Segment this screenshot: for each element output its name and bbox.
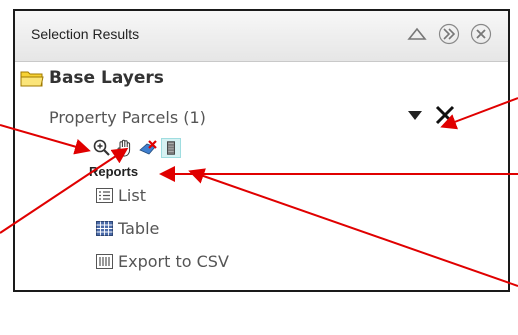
clear-selection-icon[interactable]	[138, 138, 158, 158]
list-icon	[96, 188, 113, 203]
selection-results-panel: Selection Results	[13, 9, 510, 292]
report-item-label: Export to CSV	[118, 252, 229, 271]
zoom-to-icon[interactable]	[92, 138, 112, 158]
base-layers-group[interactable]: Base Layers	[20, 68, 164, 88]
panel-header: Selection Results	[15, 11, 508, 62]
layer-row-label[interactable]: Property Parcels (1)	[49, 108, 206, 127]
pan-hand-icon[interactable]	[115, 138, 135, 158]
reports-label: Reports	[89, 164, 139, 179]
group-label: Base Layers	[49, 68, 164, 88]
layer-tool-strip	[92, 138, 181, 158]
report-item-list[interactable]: List	[96, 186, 146, 205]
dropdown-arrow-icon[interactable]	[404, 104, 426, 126]
close-circle-icon[interactable]	[470, 23, 492, 45]
report-item-label: List	[118, 186, 146, 205]
report-item-export-csv[interactable]: Export to CSV	[96, 252, 229, 271]
layer-row-controls	[404, 104, 456, 126]
double-chevron-right-icon[interactable]	[438, 23, 460, 45]
remove-x-icon[interactable]	[434, 104, 456, 126]
collapse-up-icon[interactable]	[406, 23, 428, 45]
folder-icon	[20, 71, 44, 87]
report-item-table[interactable]: Table	[96, 219, 159, 238]
report-item-label: Table	[118, 219, 160, 238]
panel-title: Selection Results	[31, 26, 140, 42]
header-icons	[406, 23, 492, 45]
table-icon	[96, 221, 113, 236]
export-csv-icon	[96, 254, 113, 269]
highlight-icon[interactable]	[161, 138, 181, 158]
